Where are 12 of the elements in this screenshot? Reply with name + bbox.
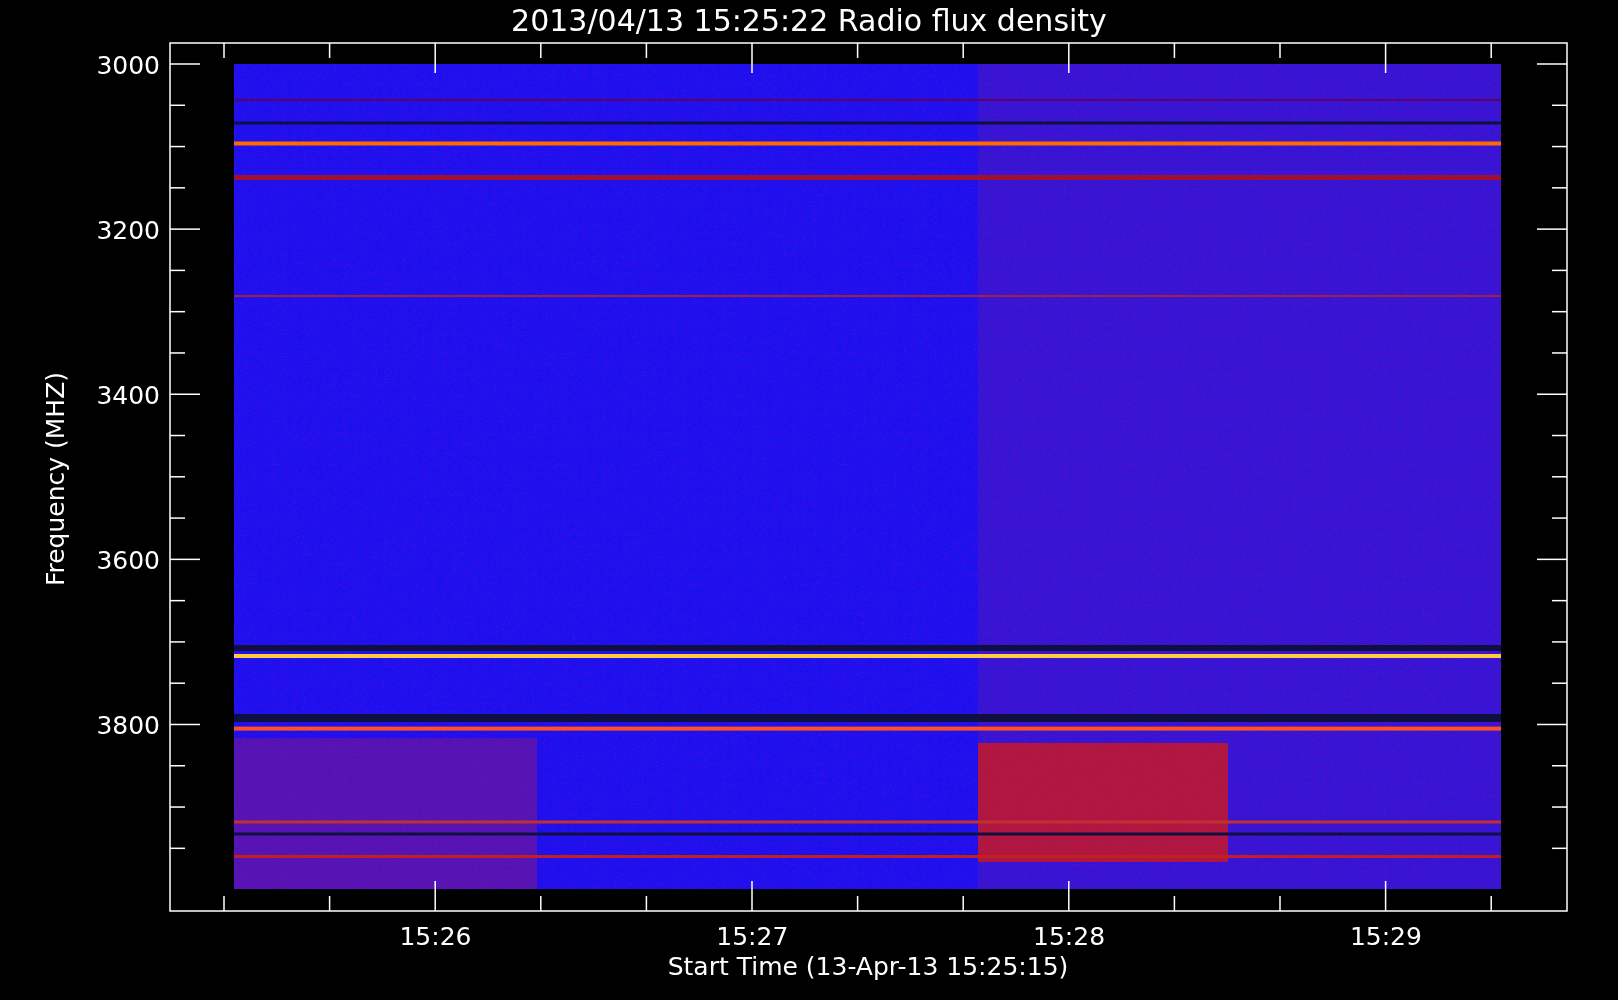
axis-tick-label: 15:28 [1033,922,1106,951]
axis-tick-label: 3600 [96,546,160,576]
axis-tick-label: 15:29 [1349,922,1422,951]
axis-tick-label: 3200 [96,216,160,246]
axis-tick-label: 3000 [96,51,160,80]
y-axis-label: Frequency (MHZ) [41,371,70,587]
x-axis-label: Start Time (13-Apr-13 15:25:15) [667,952,1069,981]
axis-tick-label: 3400 [96,381,160,411]
axis-tick-label: 15:26 [399,922,472,951]
axis-tick-label: 3800 [96,711,160,741]
axis-tick-label: 15:27 [716,922,789,951]
plot-title: 2013/04/13 15:25:22 Radio flux density [511,3,1107,38]
